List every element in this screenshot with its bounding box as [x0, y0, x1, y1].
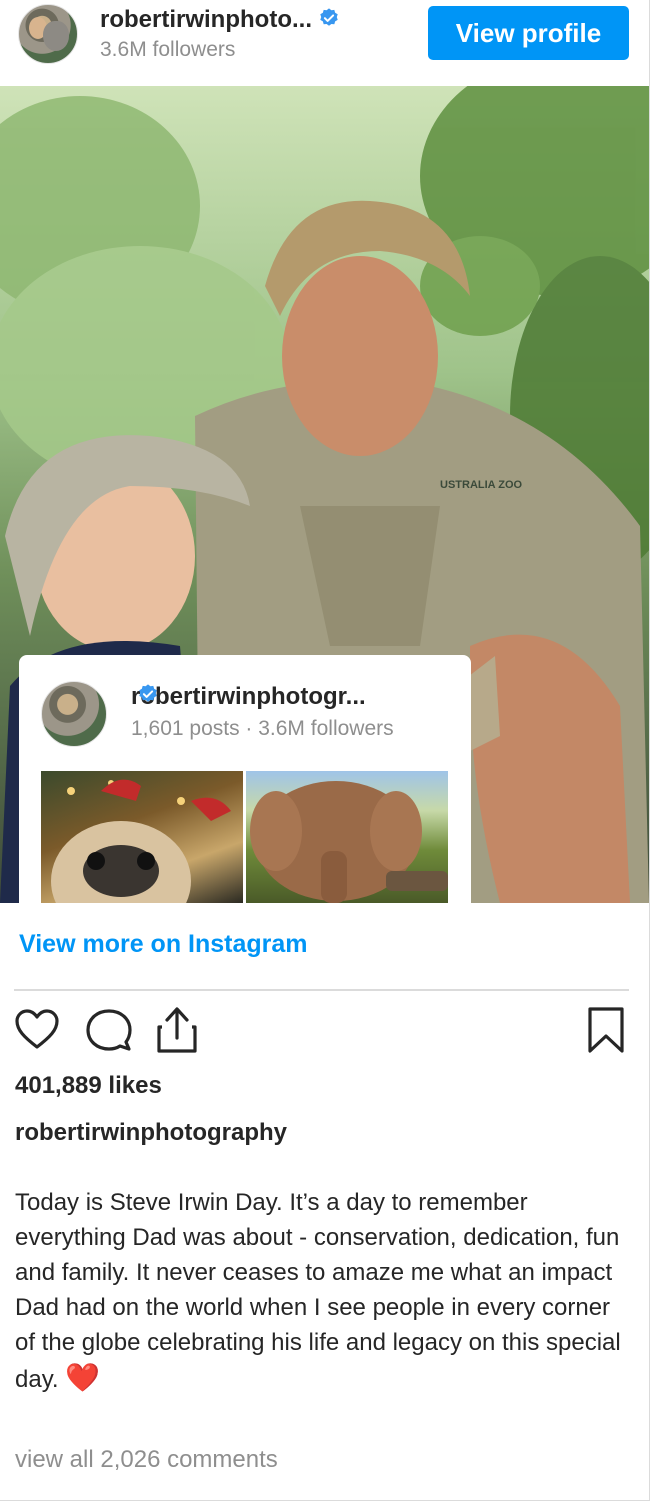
bookmark-icon[interactable] [586, 1006, 626, 1054]
instagram-embed: robertirwinphoto... 3.6M followers View … [0, 0, 650, 1501]
thumbnail-pug[interactable] [41, 771, 243, 903]
verified-badge-icon [139, 684, 157, 702]
red-heart-emoji: ❤️ [65, 1362, 101, 1393]
divider [14, 989, 629, 991]
comment-icon[interactable] [86, 1008, 132, 1052]
card-avatar[interactable] [41, 681, 107, 747]
caption-text: Today is Steve Irwin Day. It’s a day to … [15, 1189, 621, 1393]
profile-preview-card[interactable]: robertirwinphotogr... 1,601 posts · 3.6M… [19, 655, 471, 903]
heart-icon[interactable] [14, 1008, 60, 1050]
post-username[interactable]: robertirwinphotography [15, 1119, 287, 1147]
share-icon[interactable] [154, 1005, 200, 1055]
card-username[interactable]: robertirwinphotogr... [131, 683, 366, 710]
view-more-link[interactable]: View more on Instagram [19, 930, 308, 959]
likes-count[interactable]: 401,889 likes [15, 1072, 162, 1100]
avatar[interactable] [18, 4, 78, 64]
header-username-row[interactable]: robertirwinphoto... [100, 6, 340, 34]
post-caption: Today is Steve Irwin Day. It’s a day to … [15, 1185, 627, 1397]
pug-image [51, 779, 231, 903]
elephant-image [250, 781, 448, 903]
embed-header: robertirwinphoto... 3.6M followers View … [0, 0, 649, 84]
header-username[interactable]: robertirwinphoto... [100, 6, 312, 33]
header-followers: 3.6M followers [100, 38, 236, 61]
card-stats: 1,601 posts · 3.6M followers [131, 717, 394, 740]
avatar-koala [43, 21, 69, 51]
shirt-logo-text: USTRALIA ZOO [440, 479, 523, 491]
view-comments-link[interactable]: view all 2,026 comments [15, 1446, 278, 1474]
post-photo[interactable]: USTRALIA ZOO robertirwinphotogr... 1,601… [0, 86, 649, 903]
verified-badge-icon [320, 8, 338, 26]
card-username-row[interactable]: robertirwinphotogr... [131, 683, 366, 711]
thumbnail-elephant[interactable] [246, 771, 448, 903]
view-profile-button[interactable]: View profile [428, 6, 629, 60]
